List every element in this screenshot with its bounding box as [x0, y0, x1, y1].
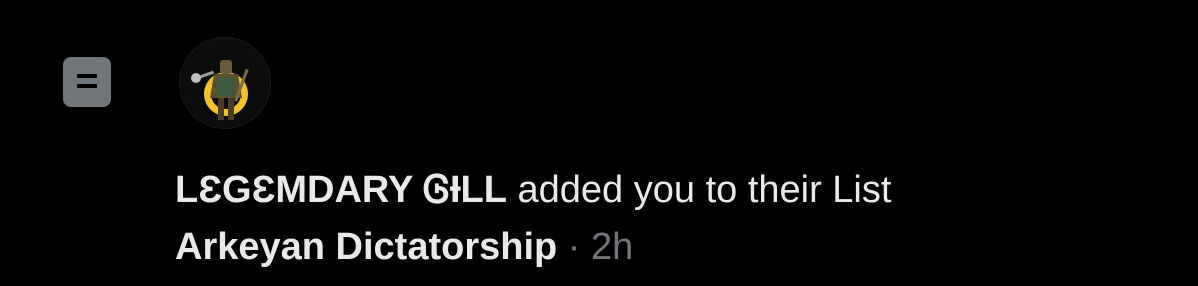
notification-message: LƐGƐMDARY ᎶƗLL added you to their List — [175, 167, 891, 213]
list-icon — [63, 57, 111, 107]
timestamp: 2h — [591, 226, 634, 268]
avatar[interactable] — [180, 38, 270, 128]
user-name[interactable]: LƐGƐMDARY ᎶƗLL — [175, 169, 507, 211]
action-text: added you to their List — [517, 169, 892, 211]
avatar-image — [180, 38, 270, 128]
list-name-link[interactable]: Arkeyan Dictatorship — [175, 226, 557, 268]
notification-meta: Arkeyan Dictatorship · 2h — [175, 224, 633, 270]
list-added-notification[interactable]: LƐGƐMDARY ᎶƗLL added you to their List A… — [0, 0, 1198, 286]
separator: · — [567, 226, 581, 268]
